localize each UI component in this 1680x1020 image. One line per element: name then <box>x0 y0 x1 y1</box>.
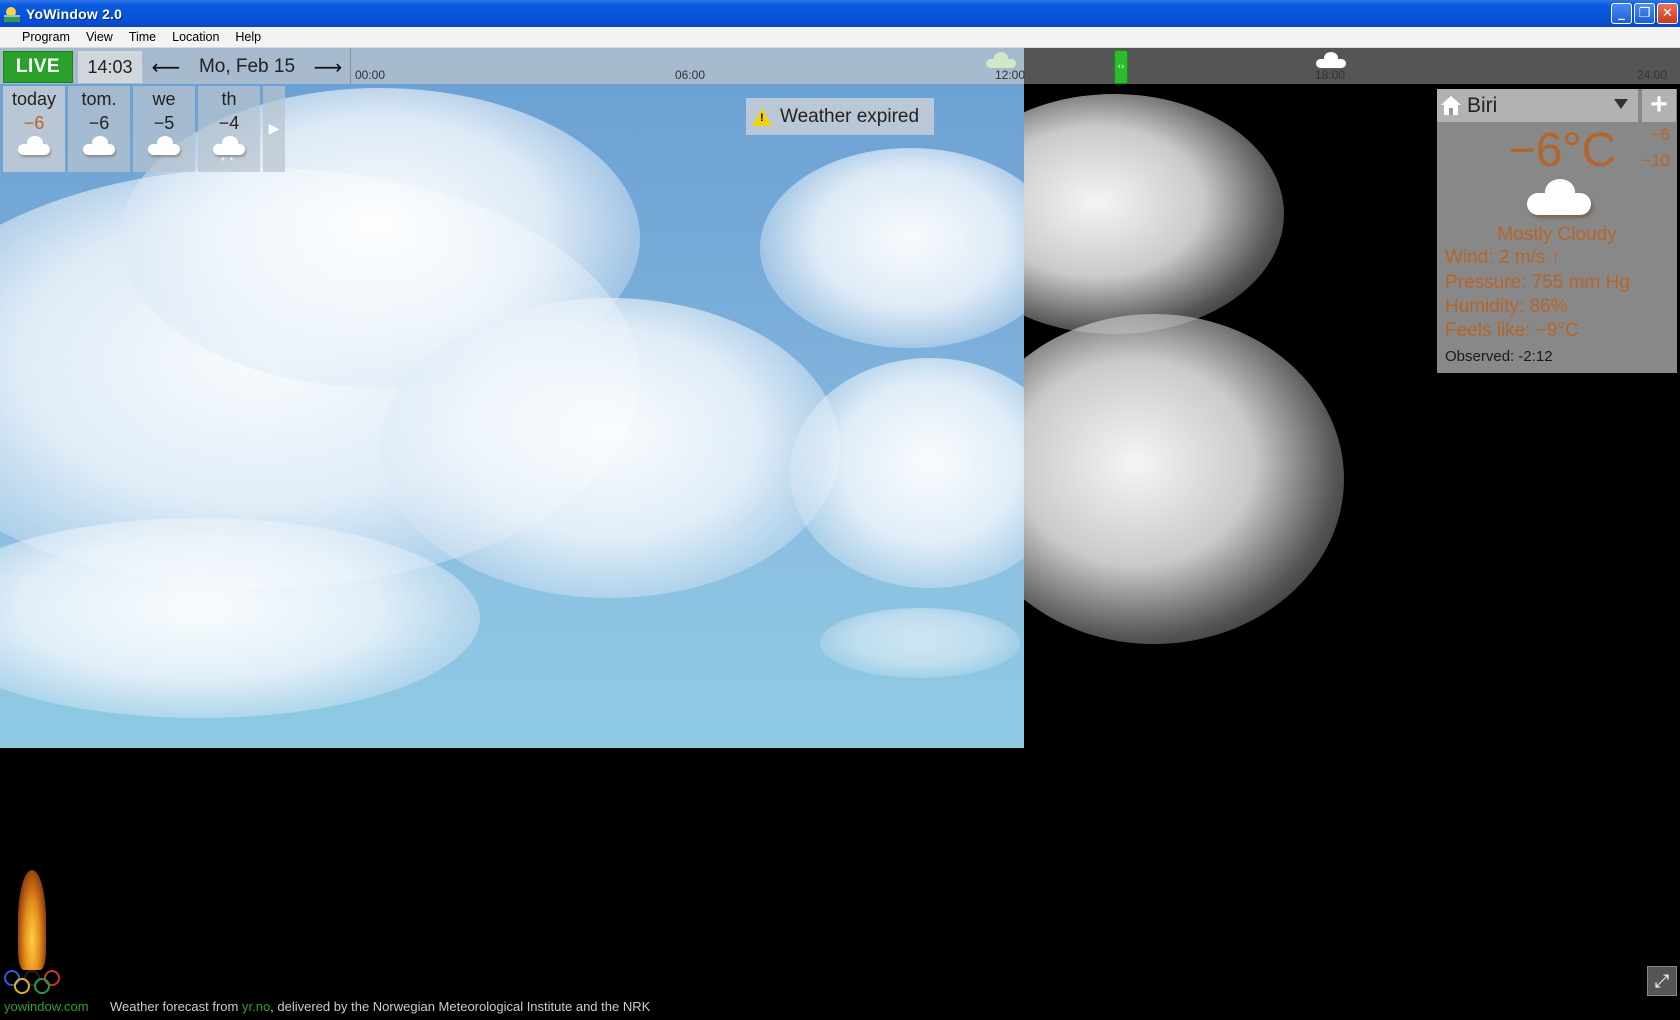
forecast-day-name: we <box>152 89 176 109</box>
site-link[interactable]: yowindow.com <box>4 999 89 1014</box>
timeline-bar[interactable]: LIVE 14:03 ⟵ Mo, Feb 15 ⟶ 00:00 06:00 12… <box>0 48 1680 84</box>
forecast-strip: today −6 tom. −6 we −5 th −4 * * ▶ <box>3 86 285 172</box>
location-name: Biri <box>1467 93 1498 117</box>
source-link[interactable]: yr.no <box>242 999 270 1014</box>
restore-button[interactable]: ❐ <box>1634 3 1655 24</box>
forecast-day-temp: −6 <box>88 113 110 133</box>
time-slider-handle[interactable]: ‹› <box>1114 50 1128 84</box>
menu-location[interactable]: Location <box>164 30 227 44</box>
hour-tick: 12:00 <box>995 68 1026 82</box>
cloud-icon <box>1527 179 1591 217</box>
forecast-day-temp: −4 <box>218 113 240 133</box>
snow-flakes: * * <box>221 156 235 167</box>
flame-icon <box>18 870 46 970</box>
cloud-icon <box>83 136 115 157</box>
hour-tick: 18:00 <box>1315 68 1346 82</box>
olympic-rings-icon <box>4 970 64 996</box>
location-selector[interactable]: Biri <box>1437 89 1638 122</box>
window-title: YoWindow 2.0 <box>26 5 123 22</box>
close-button[interactable]: ✕ <box>1657 3 1678 24</box>
olympic-flame-logo[interactable] <box>4 870 64 1000</box>
fullscreen-icon[interactable]: ⤢ <box>1647 966 1677 996</box>
prev-day-arrow-icon[interactable]: ⟵ <box>150 56 182 78</box>
forecast-day-tomorrow[interactable]: tom. −6 <box>68 86 130 172</box>
window-controls: _ ❐ ✕ <box>1611 3 1678 24</box>
home-icon <box>1441 95 1461 116</box>
menu-bar: Program View Time Location Help <box>0 27 1680 48</box>
low-temperature: −10 <box>1641 151 1670 170</box>
cloud-icon <box>148 136 180 157</box>
app-window: YoWindow 2.0 _ ❐ ✕ Program View Time Loc… <box>0 0 1680 1020</box>
hour-tick: 24:00 <box>1637 68 1668 82</box>
wind-stat: Wind: 2 m/s ↑ <box>1445 247 1561 268</box>
forecast-day-wednesday[interactable]: we −5 <box>133 86 195 172</box>
app-icon <box>4 6 20 22</box>
cloud-icon <box>18 136 50 157</box>
title-bar: YoWindow 2.0 _ ❐ ✕ <box>0 0 1680 27</box>
add-location-button[interactable]: + <box>1642 89 1676 122</box>
menu-help[interactable]: Help <box>227 30 269 44</box>
credit-prefix: Weather forecast from <box>110 999 242 1014</box>
forecast-day-name: today <box>11 89 57 109</box>
cloud-icon <box>986 52 1016 68</box>
condition-text: Mostly Cloudy <box>1497 224 1617 245</box>
forecast-day-today[interactable]: today −6 <box>3 86 65 172</box>
forecast-more-arrow-icon[interactable]: ▶ <box>263 86 285 172</box>
forecast-day-thursday[interactable]: th −4 * * <box>198 86 260 172</box>
forecast-day-temp: −6 <box>23 113 45 133</box>
forecast-credit: Weather forecast from yr.no, delivered b… <box>110 999 650 1014</box>
next-day-arrow-icon[interactable]: ⟶ <box>312 56 344 78</box>
credit-suffix: , delivered by the Norwegian Meteorologi… <box>270 999 651 1014</box>
warning-icon: ! <box>752 107 772 126</box>
feels-like-stat: Feels like: −9°C <box>1445 320 1579 341</box>
snow-cloud-icon: * * <box>213 136 245 167</box>
menu-program[interactable]: Program <box>14 30 78 44</box>
pressure-stat: Pressure: 755 mm Hg <box>1445 272 1630 293</box>
forecast-day-name: th <box>221 89 237 109</box>
cloud-icon <box>1316 52 1346 68</box>
minimize-button[interactable]: _ <box>1611 3 1632 24</box>
location-panel: Biri + −6°C −6 −10 Mostly Cloudy Wind: 2… <box>1437 89 1677 373</box>
live-button[interactable]: LIVE <box>3 51 73 83</box>
hour-scale[interactable]: 00:00 06:00 12:00 18:00 24:00 <box>350 48 1680 84</box>
menu-view[interactable]: View <box>78 30 121 44</box>
observed-time: Observed: -2:12 <box>1445 348 1553 365</box>
humidity-stat: Humidity: 86% <box>1445 296 1568 317</box>
current-date: Mo, Feb 15 <box>198 56 296 77</box>
menu-time[interactable]: Time <box>121 30 164 44</box>
forecast-day-temp: −5 <box>153 113 175 133</box>
hour-tick: 00:00 <box>355 68 386 82</box>
current-time: 14:03 <box>78 51 142 83</box>
high-temperature: −6 <box>1650 125 1670 144</box>
chevron-down-icon[interactable] <box>1614 99 1628 109</box>
current-temperature: −6°C <box>1507 124 1617 177</box>
forecast-day-name: tom. <box>81 89 117 109</box>
weather-expired-notice[interactable]: ! Weather expired <box>746 98 934 135</box>
notice-text: Weather expired <box>780 105 920 127</box>
hour-tick: 06:00 <box>675 68 706 82</box>
